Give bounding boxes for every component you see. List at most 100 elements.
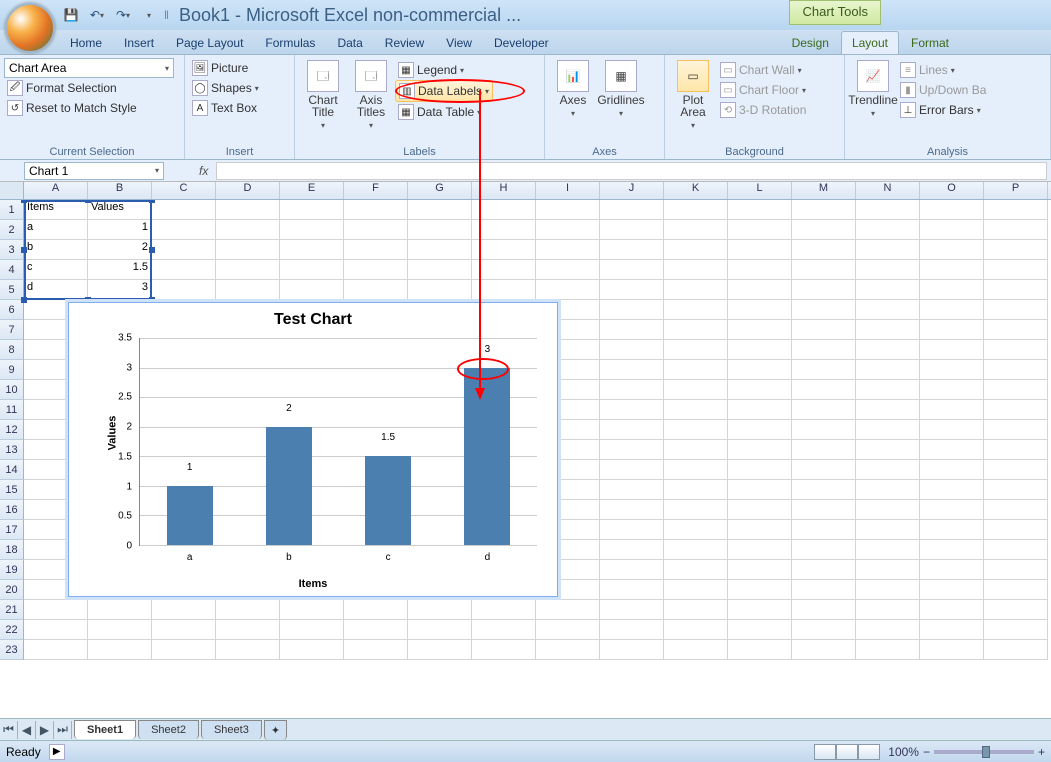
- row-header[interactable]: 17: [0, 520, 24, 540]
- cell[interactable]: [920, 300, 984, 320]
- error-bars-button[interactable]: ⊥Error Bars ▾: [897, 100, 989, 120]
- cell[interactable]: [152, 220, 216, 240]
- row-header[interactable]: 21: [0, 600, 24, 620]
- row-header[interactable]: 16: [0, 500, 24, 520]
- cell[interactable]: [920, 480, 984, 500]
- picture-button[interactable]: 🖼Picture: [189, 58, 290, 78]
- cell[interactable]: [216, 200, 280, 220]
- cell[interactable]: [600, 460, 664, 480]
- cell[interactable]: [88, 640, 152, 660]
- cell[interactable]: [920, 360, 984, 380]
- cell[interactable]: [152, 200, 216, 220]
- cell[interactable]: b: [24, 240, 88, 260]
- cell[interactable]: [920, 520, 984, 540]
- cell[interactable]: [728, 240, 792, 260]
- tab-design[interactable]: Design: [782, 32, 839, 54]
- cell[interactable]: [856, 460, 920, 480]
- cell[interactable]: [920, 640, 984, 660]
- cell[interactable]: [728, 200, 792, 220]
- cell[interactable]: [792, 240, 856, 260]
- cell[interactable]: [664, 600, 728, 620]
- column-header[interactable]: M: [792, 182, 856, 199]
- cell[interactable]: [280, 620, 344, 640]
- bar[interactable]: [365, 456, 411, 545]
- tab-layout[interactable]: Layout: [841, 31, 899, 54]
- cell[interactable]: [920, 440, 984, 460]
- cell[interactable]: [344, 240, 408, 260]
- cell[interactable]: [216, 640, 280, 660]
- cell[interactable]: [728, 540, 792, 560]
- tab-data[interactable]: Data: [327, 32, 372, 54]
- cell[interactable]: [792, 220, 856, 240]
- cell[interactable]: [408, 200, 472, 220]
- cell[interactable]: d: [24, 280, 88, 300]
- cell[interactable]: [920, 280, 984, 300]
- cell[interactable]: [856, 400, 920, 420]
- axes-button[interactable]: 📊Axes▾: [549, 58, 597, 143]
- data-labels-button[interactable]: ▥Data Labels ▾: [395, 80, 493, 102]
- cell[interactable]: [664, 260, 728, 280]
- cell[interactable]: [600, 240, 664, 260]
- column-header[interactable]: G: [408, 182, 472, 199]
- row-header[interactable]: 2: [0, 220, 24, 240]
- cell[interactable]: [856, 420, 920, 440]
- cell[interactable]: [344, 620, 408, 640]
- tab-page-layout[interactable]: Page Layout: [166, 32, 253, 54]
- tab-formulas[interactable]: Formulas: [255, 32, 325, 54]
- row-header[interactable]: 1: [0, 200, 24, 220]
- cell[interactable]: [984, 200, 1048, 220]
- column-header[interactable]: E: [280, 182, 344, 199]
- cell[interactable]: [792, 600, 856, 620]
- cell[interactable]: [536, 280, 600, 300]
- cell[interactable]: [856, 260, 920, 280]
- office-button[interactable]: [5, 3, 55, 53]
- row-header[interactable]: 19: [0, 560, 24, 580]
- row-header[interactable]: 11: [0, 400, 24, 420]
- cell[interactable]: [728, 440, 792, 460]
- qat-customize-icon[interactable]: ▾: [138, 4, 160, 26]
- cell[interactable]: [600, 480, 664, 500]
- cell[interactable]: [152, 600, 216, 620]
- cell[interactable]: [856, 520, 920, 540]
- cell[interactable]: [856, 500, 920, 520]
- cell[interactable]: [984, 600, 1048, 620]
- cell[interactable]: [728, 640, 792, 660]
- cell[interactable]: [600, 300, 664, 320]
- cell[interactable]: c: [24, 260, 88, 280]
- selection-handle-icon[interactable]: [149, 247, 155, 253]
- cell[interactable]: [600, 540, 664, 560]
- row-header[interactable]: 23: [0, 640, 24, 660]
- column-header[interactable]: N: [856, 182, 920, 199]
- cell[interactable]: [600, 360, 664, 380]
- zoom-slider[interactable]: [934, 750, 1034, 754]
- cell[interactable]: [216, 600, 280, 620]
- cell[interactable]: [792, 280, 856, 300]
- cell[interactable]: [600, 200, 664, 220]
- cell[interactable]: [728, 520, 792, 540]
- cell[interactable]: [728, 500, 792, 520]
- cell[interactable]: [792, 320, 856, 340]
- column-header[interactable]: F: [344, 182, 408, 199]
- column-header[interactable]: C: [152, 182, 216, 199]
- cell[interactable]: [344, 640, 408, 660]
- sheet-tab-sheet2[interactable]: Sheet2: [138, 720, 199, 739]
- cell[interactable]: [984, 300, 1048, 320]
- column-header[interactable]: O: [920, 182, 984, 199]
- zoom-level[interactable]: 100%: [888, 745, 919, 759]
- cell[interactable]: [664, 200, 728, 220]
- cell[interactable]: [600, 220, 664, 240]
- plot-area-button[interactable]: ▭Plot Area▾: [669, 58, 717, 143]
- tab-insert[interactable]: Insert: [114, 32, 164, 54]
- cell[interactable]: [856, 440, 920, 460]
- data-label[interactable]: 1: [187, 462, 193, 473]
- sheet-nav-first-icon[interactable]: ⏮: [0, 721, 18, 739]
- column-headers[interactable]: ABCDEFGHIJKLMNOP: [24, 182, 1051, 200]
- cell[interactable]: 3: [88, 280, 152, 300]
- cell[interactable]: [88, 600, 152, 620]
- cell[interactable]: [664, 340, 728, 360]
- cell[interactable]: [728, 260, 792, 280]
- cell[interactable]: [600, 320, 664, 340]
- cell[interactable]: [664, 560, 728, 580]
- zoom-slider-thumb[interactable]: [982, 746, 990, 758]
- insert-sheet-button[interactable]: ✦: [264, 720, 287, 740]
